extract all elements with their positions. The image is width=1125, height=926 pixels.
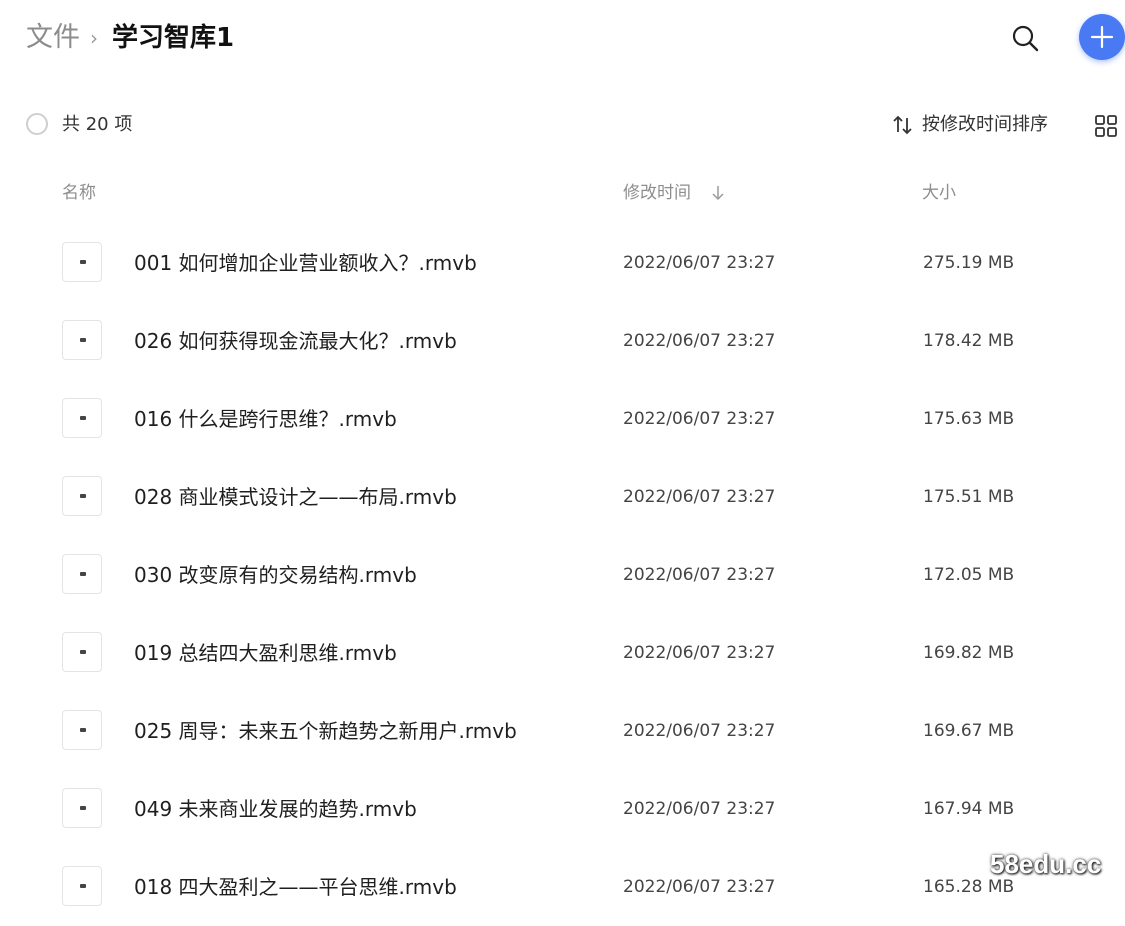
column-header-modified-label: 修改时间 bbox=[623, 183, 691, 203]
file-modified: 2022/06/07 23:27 bbox=[623, 799, 776, 819]
file-size: 169.82 MB bbox=[923, 643, 1015, 663]
file-row[interactable]: 028 商业模式设计之——布局.rmvb 2022/06/07 23:27 175.… bbox=[0, 458, 1125, 536]
file-glyph bbox=[80, 650, 86, 654]
file-row[interactable]: 030 改变原有的交易结构.rmvb 2022/06/07 23:27 172.05… bbox=[0, 536, 1125, 614]
file-modified: 2022/06/07 23:27 bbox=[623, 253, 776, 273]
file-row[interactable]: 026 如何获得现金流最大化？.rmvb 2022/06/07 23:27 178.… bbox=[0, 302, 1125, 380]
file-name[interactable]: 028 商业模式设计之——布局.rmvb bbox=[134, 483, 457, 511]
file-name[interactable]: 001 如何增加企业营业额收入？.rmvb bbox=[134, 249, 477, 277]
file-size: 167.94 MB bbox=[923, 799, 1015, 819]
column-header-size[interactable]: 大小 bbox=[922, 180, 956, 206]
file-modified: 2022/06/07 23:27 bbox=[623, 331, 776, 351]
file-name[interactable]: 030 改变原有的交易结构.rmvb bbox=[134, 561, 417, 589]
file-glyph bbox=[80, 416, 86, 420]
sort-down-arrow-icon bbox=[712, 186, 724, 201]
column-header-modified[interactable]: 修改时间 bbox=[623, 180, 724, 206]
file-name[interactable]: 016 什么是跨行思维？.rmvb bbox=[134, 405, 397, 433]
search-button[interactable] bbox=[1006, 20, 1046, 60]
file-glyph bbox=[80, 728, 86, 732]
file-glyph bbox=[80, 572, 86, 576]
file-size: 169.67 MB bbox=[923, 721, 1015, 741]
file-size: 172.05 MB bbox=[923, 565, 1015, 585]
breadcrumb-root[interactable]: 文件 bbox=[26, 20, 80, 56]
toolbar: 共 20 项 按修改时间排序 bbox=[0, 104, 1125, 148]
file-glyph bbox=[80, 338, 86, 342]
video-file-icon bbox=[62, 320, 102, 360]
file-glyph bbox=[80, 260, 86, 264]
video-file-icon bbox=[62, 866, 102, 906]
page-title: 学习智库1 bbox=[112, 23, 235, 53]
select-all-checkbox[interactable] bbox=[26, 113, 48, 135]
file-name[interactable]: 025 周导：未来五个新趋势之新用户.rmvb bbox=[134, 717, 517, 745]
file-name[interactable]: 049 未来商业发展的趋势.rmvb bbox=[134, 795, 417, 823]
file-row[interactable]: 049 未来商业发展的趋势.rmvb 2022/06/07 23:27 167.94… bbox=[0, 770, 1125, 848]
item-count: 共 20 项 bbox=[62, 114, 133, 135]
file-glyph bbox=[80, 884, 86, 888]
file-modified: 2022/06/07 23:27 bbox=[623, 409, 776, 429]
file-name[interactable]: 026 如何获得现金流最大化？.rmvb bbox=[134, 327, 457, 355]
file-row[interactable]: 025 周导：未来五个新趋势之新用户.rmvb 2022/06/07 23:27 1… bbox=[0, 692, 1125, 770]
video-file-icon bbox=[62, 242, 102, 282]
video-file-icon bbox=[62, 710, 102, 750]
add-button[interactable] bbox=[1079, 14, 1125, 60]
file-modified: 2022/06/07 23:27 bbox=[623, 721, 776, 741]
file-modified: 2022/06/07 23:27 bbox=[623, 643, 776, 663]
plus-icon bbox=[1090, 25, 1114, 49]
file-glyph bbox=[80, 806, 86, 810]
view-toggle-button[interactable] bbox=[1094, 114, 1118, 138]
video-file-icon bbox=[62, 554, 102, 594]
file-glyph bbox=[80, 494, 86, 498]
sort-arrows-icon bbox=[893, 115, 912, 135]
file-size: 175.51 MB bbox=[923, 487, 1015, 507]
file-size: 275.19 MB bbox=[923, 253, 1015, 273]
file-row[interactable]: 019 总结四大盈利思维.rmvb 2022/06/07 23:27 169.82 … bbox=[0, 614, 1125, 692]
grid-view-icon bbox=[1095, 115, 1117, 137]
file-row[interactable]: 018 四大盈利之——平台思维.rmvb 2022/06/07 23:27 165.… bbox=[0, 848, 1125, 926]
file-size: 175.63 MB bbox=[923, 409, 1015, 429]
video-file-icon bbox=[62, 476, 102, 516]
watermark: 58edu.cc bbox=[990, 849, 1102, 879]
header: 文件 › 学习智库1 bbox=[0, 0, 1125, 80]
file-modified: 2022/06/07 23:27 bbox=[623, 487, 776, 507]
video-file-icon bbox=[62, 398, 102, 438]
file-size: 178.42 MB bbox=[923, 331, 1015, 351]
video-file-icon bbox=[62, 788, 102, 828]
file-row[interactable]: 016 什么是跨行思维？.rmvb 2022/06/07 23:27 175.63 … bbox=[0, 380, 1125, 458]
sort-label: 按修改时间排序 bbox=[922, 114, 1048, 135]
file-name[interactable]: 019 总结四大盈利思维.rmvb bbox=[134, 639, 397, 667]
video-file-icon bbox=[62, 632, 102, 672]
file-name[interactable]: 018 四大盈利之——平台思维.rmvb bbox=[134, 873, 457, 901]
breadcrumb-separator: › bbox=[90, 26, 98, 50]
file-row[interactable]: 001 如何增加企业营业额收入？.rmvb 2022/06/07 23:27 275… bbox=[0, 224, 1125, 302]
file-list: 001 如何增加企业营业额收入？.rmvb 2022/06/07 23:27 275… bbox=[0, 224, 1125, 926]
column-header-name[interactable]: 名称 bbox=[62, 180, 96, 206]
file-modified: 2022/06/07 23:27 bbox=[623, 565, 776, 585]
file-modified: 2022/06/07 23:27 bbox=[623, 877, 776, 897]
search-icon bbox=[1012, 25, 1039, 52]
